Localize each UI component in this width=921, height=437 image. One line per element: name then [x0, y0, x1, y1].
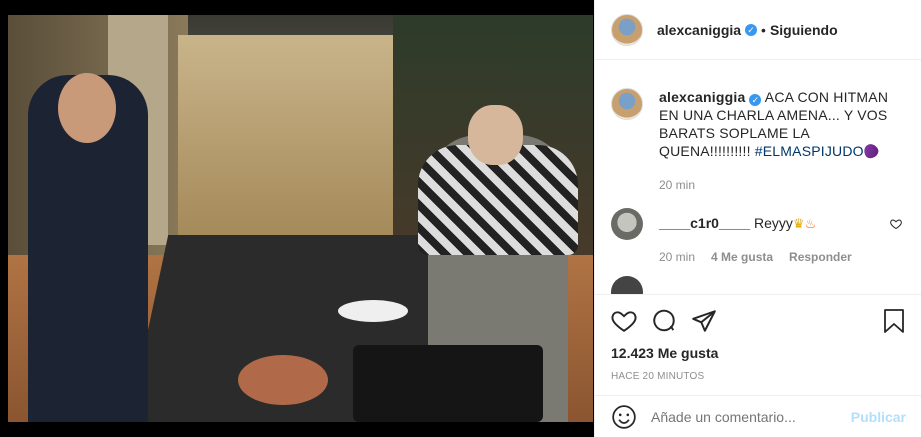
comment-likes[interactable]: 4 Me gusta	[711, 250, 773, 264]
post-timestamp[interactable]: HACE 20 MINUTOS	[611, 371, 906, 382]
reply-button[interactable]: Responder	[789, 250, 852, 264]
verified-icon: ✓	[749, 94, 762, 106]
comment-input[interactable]	[651, 408, 851, 425]
comment-composer: Publicar	[595, 395, 921, 437]
post-actions: 12.423 Me gusta HACE 20 MINUTOS	[595, 294, 921, 382]
photo-kitchen-back	[178, 35, 408, 235]
post-photo[interactable]	[8, 15, 593, 422]
photo-person-right-head	[468, 105, 523, 165]
comment-body: Reyyy	[754, 215, 793, 231]
comment-meta: 20 min 4 Me gusta Responder	[659, 250, 906, 264]
photo-pan	[238, 355, 328, 405]
photo-grill	[353, 345, 543, 422]
caption-text: alexcaniggia ✓ ACA CON HITMAN EN UNA CHAR…	[659, 88, 904, 161]
caption: alexcaniggia ✓ ACA CON HITMAN EN UNA CHAR…	[611, 60, 906, 161]
fire-icon: ♨	[804, 216, 817, 231]
likes-count[interactable]: 12.423 Me gusta	[611, 345, 906, 361]
avatar[interactable]	[611, 88, 643, 120]
publish-button[interactable]: Publicar	[851, 409, 906, 425]
hashtag-link[interactable]: #ELMASPIJUDO	[755, 143, 864, 159]
avatar[interactable]	[611, 276, 643, 294]
photo-person-left-head	[58, 73, 116, 143]
comment-username[interactable]: ____c1r0____	[659, 215, 750, 231]
comment-icon[interactable]	[651, 301, 691, 341]
header-username[interactable]: alexcaniggia	[657, 22, 741, 38]
post-header: alexcaniggia ✓ • Siguiendo	[595, 0, 921, 60]
heart-icon[interactable]	[611, 301, 651, 341]
post-media	[0, 0, 594, 437]
action-icons	[611, 297, 906, 345]
comment-text: ____c1r0____ Reyyy♛♨	[659, 208, 816, 240]
avatar[interactable]	[611, 208, 643, 240]
post-side-panel: alexcaniggia ✓ • Siguiendo alexcaniggia ✓…	[594, 0, 921, 437]
share-icon[interactable]	[691, 301, 731, 341]
comment-time[interactable]: 20 min	[659, 250, 695, 264]
photo-plate	[338, 300, 408, 322]
verified-icon: ✓	[745, 23, 758, 36]
smile-icon[interactable]	[611, 404, 637, 430]
following-button[interactable]: Siguiendo	[770, 22, 838, 38]
avatar[interactable]	[611, 13, 643, 46]
caption-username[interactable]: alexcaniggia	[659, 89, 745, 105]
bookmark-icon[interactable]	[876, 301, 906, 341]
comments-list[interactable]: alexcaniggia ✓ ACA CON HITMAN EN UNA CHAR…	[595, 60, 921, 294]
eggplant-icon	[861, 141, 881, 161]
caption-time[interactable]: 20 min	[659, 178, 906, 192]
crown-icon: ♛	[792, 216, 805, 231]
like-comment-icon[interactable]	[890, 218, 902, 233]
comment-item: ____c1r0____ Reyyy♛♨	[611, 208, 906, 240]
comment-item-partial	[611, 276, 906, 294]
separator-dot: •	[761, 21, 766, 38]
